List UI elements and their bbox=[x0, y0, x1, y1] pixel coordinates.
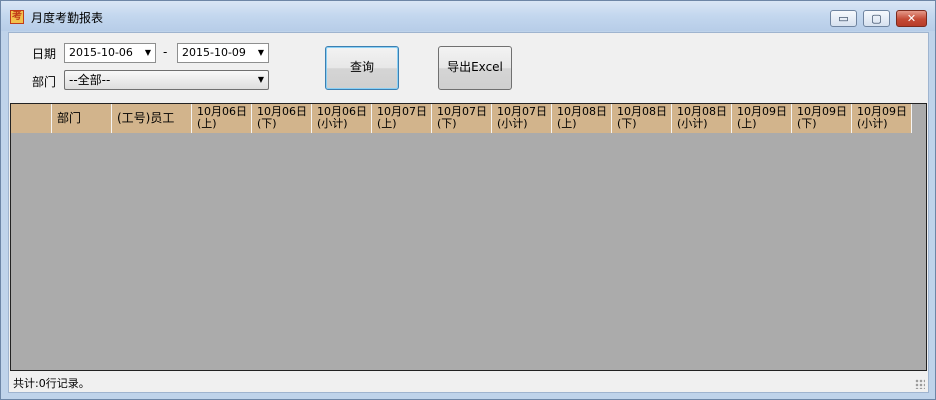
column-header-period: (小计) bbox=[677, 117, 708, 130]
grid-corner-header[interactable] bbox=[11, 104, 52, 133]
title-bar[interactable]: 考 月度考勤报表 ▭ ▢ ✕ bbox=[1, 1, 935, 31]
chevron-down-icon[interactable]: ▼ bbox=[258, 71, 264, 89]
close-button[interactable]: ✕ bbox=[896, 10, 927, 27]
dept-select-value: --全部-- bbox=[69, 73, 111, 87]
column-header-period: (下) bbox=[617, 117, 637, 130]
status-bar: 共计:0行记录。 bbox=[9, 371, 928, 392]
column-header[interactable]: 10月06日 (下) bbox=[252, 104, 312, 133]
column-header-period: (小计) bbox=[317, 117, 348, 130]
column-header-period: (下) bbox=[797, 117, 817, 130]
date-label: 日期 bbox=[32, 47, 57, 61]
date-to-picker[interactable]: 2015-10-09 ▼ bbox=[177, 43, 269, 63]
window-title: 月度考勤报表 bbox=[31, 11, 104, 25]
app-logo-icon: 考 bbox=[10, 10, 24, 24]
column-header[interactable]: 10月06日 (上) bbox=[192, 104, 252, 133]
column-header-period: (上) bbox=[197, 117, 217, 130]
minimize-button[interactable]: ▭ bbox=[830, 10, 857, 27]
maximize-button[interactable]: ▢ bbox=[863, 10, 890, 27]
column-header-period: (下) bbox=[437, 117, 457, 130]
record-count-text: 共计:0行记录。 bbox=[13, 377, 90, 390]
column-header-label: 部门 bbox=[57, 111, 82, 125]
date-from-picker[interactable]: 2015-10-06 ▼ bbox=[64, 43, 156, 63]
column-header-period: (上) bbox=[737, 117, 757, 130]
column-header-label: (工号)员工 bbox=[117, 111, 175, 125]
report-grid[interactable]: 部门 (工号)员工 10月06日 (上) 10月06日 (下) 10月06日 (小计)… bbox=[10, 103, 927, 371]
column-header-period: (小计) bbox=[497, 117, 528, 130]
column-header[interactable]: 部门 bbox=[52, 104, 112, 133]
column-header[interactable]: 10月09日 (下) bbox=[792, 104, 852, 133]
export-excel-button[interactable]: 导出Excel bbox=[438, 46, 512, 90]
column-header[interactable]: 10月07日 (小计) bbox=[492, 104, 552, 133]
column-header-period: (上) bbox=[377, 117, 397, 130]
date-separator: - bbox=[163, 45, 168, 59]
chevron-down-icon[interactable]: ▼ bbox=[145, 44, 151, 62]
chevron-down-icon[interactable]: ▼ bbox=[258, 44, 264, 62]
column-header[interactable]: 10月07日 (上) bbox=[372, 104, 432, 133]
column-header[interactable]: 10月08日 (上) bbox=[552, 104, 612, 133]
query-button[interactable]: 查询 bbox=[325, 46, 399, 90]
column-header-period: (下) bbox=[257, 117, 277, 130]
column-header[interactable]: 10月07日 (下) bbox=[432, 104, 492, 133]
client-area: 日期 2015-10-06 ▼ - 2015-10-09 ▼ 部门 --全部--… bbox=[8, 32, 929, 393]
column-header[interactable]: 10月08日 (下) bbox=[612, 104, 672, 133]
column-header[interactable]: 10月08日 (小计) bbox=[672, 104, 732, 133]
column-header[interactable]: 10月06日 (小计) bbox=[312, 104, 372, 133]
dept-label: 部门 bbox=[32, 75, 57, 89]
date-from-value: 2015-10-06 bbox=[69, 46, 133, 59]
column-header[interactable]: (工号)员工 bbox=[112, 104, 192, 133]
column-header-period: (小计) bbox=[857, 117, 888, 130]
date-to-value: 2015-10-09 bbox=[182, 46, 246, 59]
resize-grip-icon[interactable] bbox=[915, 379, 925, 389]
dept-select[interactable]: --全部-- ▼ bbox=[64, 70, 269, 90]
main-window: 考 月度考勤报表 ▭ ▢ ✕ 日期 2015-10-06 ▼ - 2015-10… bbox=[0, 0, 936, 400]
column-header-period: (上) bbox=[557, 117, 577, 130]
column-header[interactable]: 10月09日 (小计) bbox=[852, 104, 912, 133]
grid-header-row: 部门 (工号)员工 10月06日 (上) 10月06日 (下) 10月06日 (小计)… bbox=[11, 104, 912, 133]
column-header[interactable]: 10月09日 (上) bbox=[732, 104, 792, 133]
